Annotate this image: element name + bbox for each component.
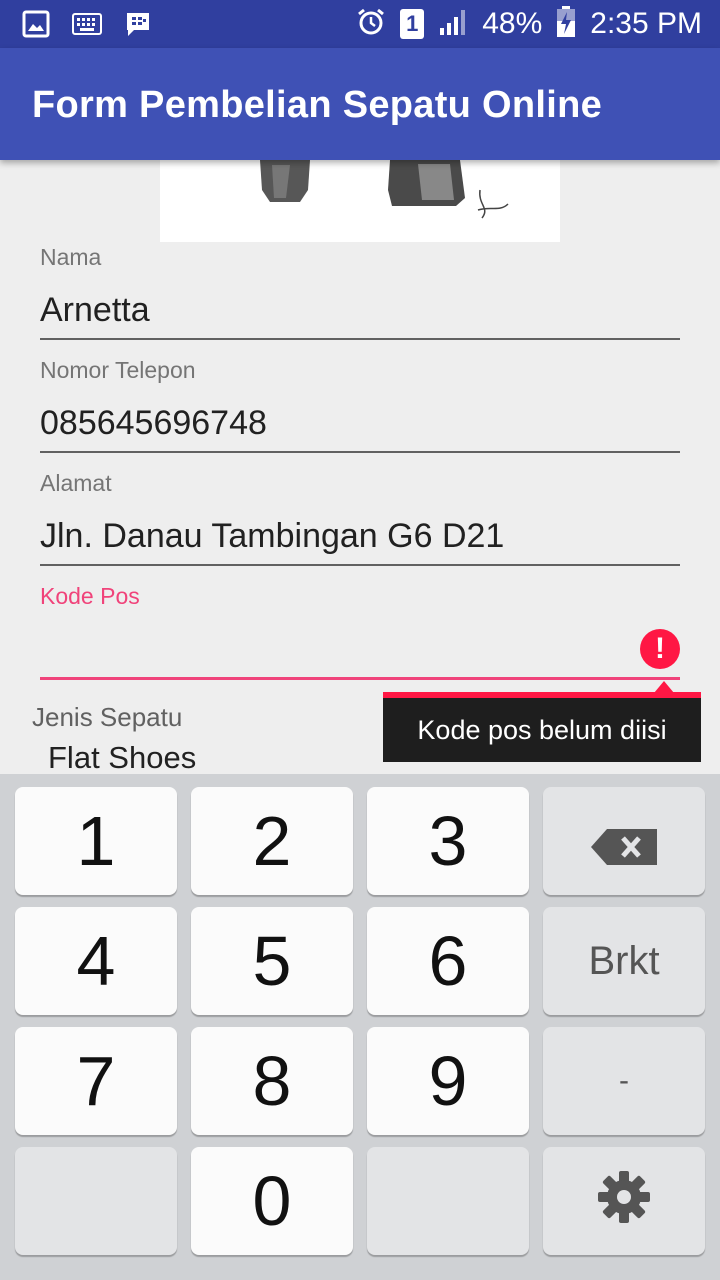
bbm-icon (124, 10, 152, 43)
keyboard-icon (72, 13, 102, 40)
key-8[interactable]: 8 (191, 1027, 353, 1135)
kode-pos-label: Kode Pos (40, 583, 140, 609)
signal-icon (438, 8, 468, 41)
gear-icon (596, 1161, 652, 1241)
backspace-icon (591, 801, 657, 881)
sim-icon: 1 (400, 9, 425, 39)
battery-percentage: 48% (482, 7, 543, 40)
app-title: Form Pembelian Sepatu Online (32, 84, 603, 126)
blank-key-right[interactable] (367, 1147, 529, 1255)
kode-pos-underline (40, 677, 680, 680)
key-6[interactable]: 6 (367, 907, 529, 1015)
key-7[interactable]: 7 (15, 1027, 177, 1135)
jenis-sepatu-label: Jenis Sepatu (32, 702, 183, 732)
key-1[interactable]: 1 (15, 787, 177, 895)
status-bar: 1 48% 2:35 PM (0, 0, 720, 48)
key-4[interactable]: 4 (15, 907, 177, 1015)
battery-charging-icon (556, 5, 576, 43)
dash-key[interactable]: - (543, 1027, 705, 1135)
settings-key[interactable] (543, 1147, 705, 1255)
alamat-field[interactable]: Jln. Danau Tambingan G6 D21 (40, 517, 504, 556)
key-5[interactable]: 5 (191, 907, 353, 1015)
kode-pos-field[interactable] (40, 625, 630, 669)
nama-label: Nama (40, 244, 102, 270)
error-icon: ! (640, 629, 680, 669)
app-bar: Form Pembelian Sepatu Online (0, 48, 720, 160)
alarm-icon (356, 7, 386, 42)
telepon-field[interactable]: 085645696748 (40, 404, 267, 443)
alamat-label: Alamat (40, 470, 112, 496)
alamat-underline (40, 564, 680, 566)
key-2[interactable]: 2 (191, 787, 353, 895)
nama-field[interactable]: Arnetta (40, 291, 150, 330)
key-3[interactable]: 3 (367, 787, 529, 895)
key-9[interactable]: 9 (367, 1027, 529, 1135)
clock: 2:35 PM (590, 7, 702, 40)
jenis-sepatu-spinner[interactable]: Flat Shoes (48, 740, 196, 776)
brkt-key[interactable]: Brkt (543, 907, 705, 1015)
image-icon (22, 10, 50, 43)
telepon-label: Nomor Telepon (40, 357, 196, 383)
error-tooltip: Kode pos belum diisi (383, 692, 701, 762)
shoe-image (160, 160, 560, 242)
backspace-key[interactable] (543, 787, 705, 895)
blank-key-left[interactable] (15, 1147, 177, 1255)
key-0[interactable]: 0 (191, 1147, 353, 1255)
telepon-underline (40, 451, 680, 453)
numeric-keyboard: 1 2 3 4 5 6 Brkt 7 8 9 - 0 (0, 774, 720, 1280)
nama-underline (40, 338, 680, 340)
